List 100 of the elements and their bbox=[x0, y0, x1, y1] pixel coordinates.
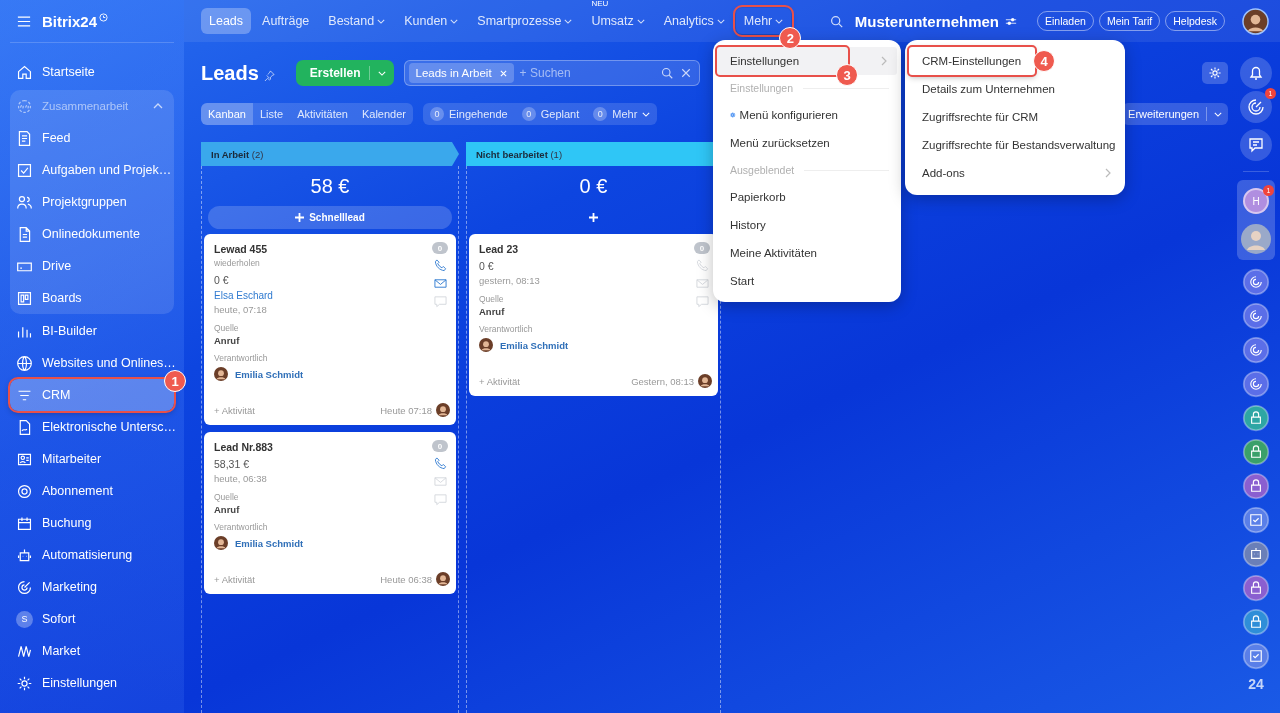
lock-icon[interactable] bbox=[1242, 438, 1270, 466]
nav-tab[interactable]: Aufträge bbox=[254, 8, 318, 34]
sidebar-item[interactable]: Market bbox=[10, 635, 174, 667]
counter-button[interactable]: 0 Geplant bbox=[518, 103, 583, 125]
sidebar-item[interactable]: Mitarbeiter bbox=[10, 443, 174, 475]
view-tab[interactable]: Aktivitäten bbox=[290, 103, 355, 125]
avatar[interactable] bbox=[1242, 7, 1269, 35]
spiral-icon[interactable] bbox=[1242, 370, 1270, 398]
extensions-button[interactable]: Erweiterungen bbox=[1122, 103, 1228, 125]
nav-tab[interactable]: Bestand bbox=[320, 8, 394, 34]
robot-icon[interactable] bbox=[1242, 540, 1270, 568]
menu-item[interactable]: Start bbox=[717, 267, 848, 295]
column-header[interactable]: In Arbeit (2) bbox=[201, 142, 459, 166]
nav-tab[interactable]: Smartprozesse bbox=[469, 8, 581, 34]
pin-icon[interactable] bbox=[263, 69, 275, 81]
menu-item[interactable]: Papierkorb bbox=[717, 183, 848, 211]
spiral-icon[interactable] bbox=[1242, 268, 1270, 296]
lock-icon[interactable] bbox=[1242, 608, 1270, 636]
lead-card[interactable]: Lewad 455 wiederholen 0 € Elsa Eschard heute, 07:18 Quelle Anruf Verantwortlich Emilia Schmidt 0 + Aktivität Heute 07:18 bbox=[204, 234, 456, 425]
sidebar-item[interactable]: Elektronische Untersc… bbox=[10, 411, 174, 443]
menu-item[interactable]: Add-ons bbox=[909, 159, 979, 187]
nav-tab[interactable]: Leads bbox=[201, 8, 252, 34]
amount: 0 € bbox=[214, 273, 230, 288]
sliders-icon[interactable] bbox=[1005, 16, 1017, 26]
card-date: heute, 07:18 bbox=[214, 303, 268, 317]
menu-item[interactable]: History bbox=[717, 211, 848, 239]
lead-card[interactable]: Lead 23 0 € gestern, 08:13 Quelle Anruf Verantwortlich Emilia Schmidt 0 + Aktivität Gestern, 08:13 bbox=[469, 234, 718, 396]
counter-button[interactable]: 0 Mehr bbox=[590, 103, 654, 125]
menu-item[interactable]: Menü konfigurieren bbox=[717, 101, 848, 129]
card-title[interactable]: Lead Nr.883 bbox=[214, 440, 430, 454]
menu-item[interactable]: Details zum Unternehmen bbox=[909, 75, 1069, 103]
sidebar-item[interactable]: Feed bbox=[10, 122, 174, 154]
sidebar-item[interactable]: Marketing bbox=[10, 571, 174, 603]
sidebar-item[interactable]: Onlinedokumente bbox=[10, 218, 174, 250]
check-icon[interactable] bbox=[1242, 642, 1270, 670]
check-icon[interactable] bbox=[1242, 506, 1270, 534]
lock-icon[interactable] bbox=[1242, 472, 1270, 500]
nav-tab[interactable]: Umsatz bbox=[583, 8, 653, 34]
sidebar-item[interactable]: Automatisierung bbox=[10, 539, 174, 571]
count-badge: 0 bbox=[432, 242, 448, 254]
bell-icon[interactable] bbox=[1240, 57, 1272, 89]
menu-item[interactable]: Zugriffsrechte für Bestandsverwaltung bbox=[909, 131, 1130, 159]
sidebar-item[interactable]: Startseite bbox=[10, 56, 174, 88]
nav-tab[interactable]: Kunden bbox=[396, 8, 467, 34]
add-activity-link[interactable]: + Aktivität bbox=[214, 404, 377, 416]
menu-section-label: Einstellungen bbox=[730, 82, 794, 94]
logo[interactable]: Bitrix24 bbox=[42, 12, 98, 30]
avatar bbox=[436, 403, 450, 417]
sidebar-item[interactable]: Einstellungen bbox=[10, 667, 174, 699]
settings-button[interactable] bbox=[1202, 62, 1228, 84]
responsible-link[interactable]: Emilia Schmidt bbox=[235, 368, 304, 380]
spiral-icon[interactable] bbox=[1242, 302, 1270, 330]
nav-tab[interactable]: Analytics bbox=[655, 8, 733, 34]
view-tab[interactable]: Liste bbox=[252, 103, 291, 125]
menu-item[interactable]: Zugriffsrechte für CRM bbox=[909, 103, 1053, 131]
search-icon[interactable] bbox=[829, 14, 843, 28]
spiral-icon[interactable] bbox=[1240, 91, 1272, 123]
card-title[interactable]: Lead 23 bbox=[479, 242, 692, 256]
menu-item[interactable]: Meine Aktivitäten bbox=[717, 239, 848, 267]
logo[interactable]: 24 bbox=[1248, 676, 1264, 692]
search-field[interactable]: Leads in Arbeit + Suchen bbox=[403, 60, 700, 86]
add-activity-link[interactable]: + Aktivität bbox=[214, 573, 377, 585]
phone-icon[interactable] bbox=[433, 457, 447, 470]
responsible-link[interactable]: Emilia Schmidt bbox=[235, 537, 304, 549]
menu-item[interactable]: CRM-Einstellungen bbox=[909, 47, 1036, 75]
sidebar-item[interactable]: Projektgruppen bbox=[10, 186, 174, 218]
sidebar-item[interactable]: Buchung bbox=[10, 507, 174, 539]
close-icon[interactable] bbox=[679, 67, 692, 79]
responsible-link[interactable]: Emilia Schmidt bbox=[500, 339, 569, 351]
field-value: Anruf bbox=[214, 334, 241, 347]
sidebar-item[interactable]: Boards bbox=[10, 282, 174, 314]
sidebar-item[interactable]: Drive bbox=[10, 250, 174, 282]
sidebar-item[interactable]: Aufgaben und Projek… bbox=[10, 154, 174, 186]
lock-icon[interactable] bbox=[1242, 574, 1270, 602]
plus-icon bbox=[295, 213, 305, 222]
avatar[interactable] bbox=[1240, 223, 1272, 255]
view-tab[interactable]: Kalender bbox=[354, 103, 413, 125]
field-label: Quelle bbox=[479, 293, 505, 305]
field-label: Quelle bbox=[214, 322, 240, 334]
sidebar-item[interactable]: S Sofort bbox=[10, 603, 174, 635]
close-icon[interactable] bbox=[499, 69, 507, 77]
create-button[interactable]: Erstellen bbox=[295, 60, 394, 86]
filter-tag[interactable]: Leads in Arbeit bbox=[408, 63, 514, 83]
spiral-icon[interactable] bbox=[1242, 336, 1270, 364]
sidebar-item[interactable]: Abonnement bbox=[10, 475, 174, 507]
view-tab[interactable]: Kanban bbox=[201, 103, 253, 125]
sidebar-item[interactable]: BI-Builder bbox=[10, 315, 174, 347]
menu-icon[interactable] bbox=[17, 15, 31, 27]
lock-icon[interactable] bbox=[1242, 404, 1270, 432]
company-name[interactable]: Musterunternehmen bbox=[854, 12, 999, 30]
add-activity-link[interactable]: + Aktivität bbox=[479, 375, 628, 387]
lead-card[interactable]: Lead Nr.883 58,31 € heute, 06:38 Quelle Anruf Verantwortlich Emilia Schmidt 0 + Aktivität Heute 06:38 bbox=[204, 432, 456, 594]
chat-icon[interactable] bbox=[1240, 129, 1272, 161]
card-title[interactable]: Lewad 455 bbox=[214, 242, 430, 256]
phone-icon[interactable] bbox=[433, 259, 447, 272]
search-icon[interactable] bbox=[660, 67, 673, 79]
mail-icon[interactable] bbox=[433, 277, 447, 290]
contact-link[interactable]: Elsa Eschard bbox=[214, 289, 430, 303]
quick-add-button[interactable]: Schnelllead bbox=[208, 206, 452, 229]
counter-button[interactable]: 0 Eingehende bbox=[427, 103, 511, 125]
